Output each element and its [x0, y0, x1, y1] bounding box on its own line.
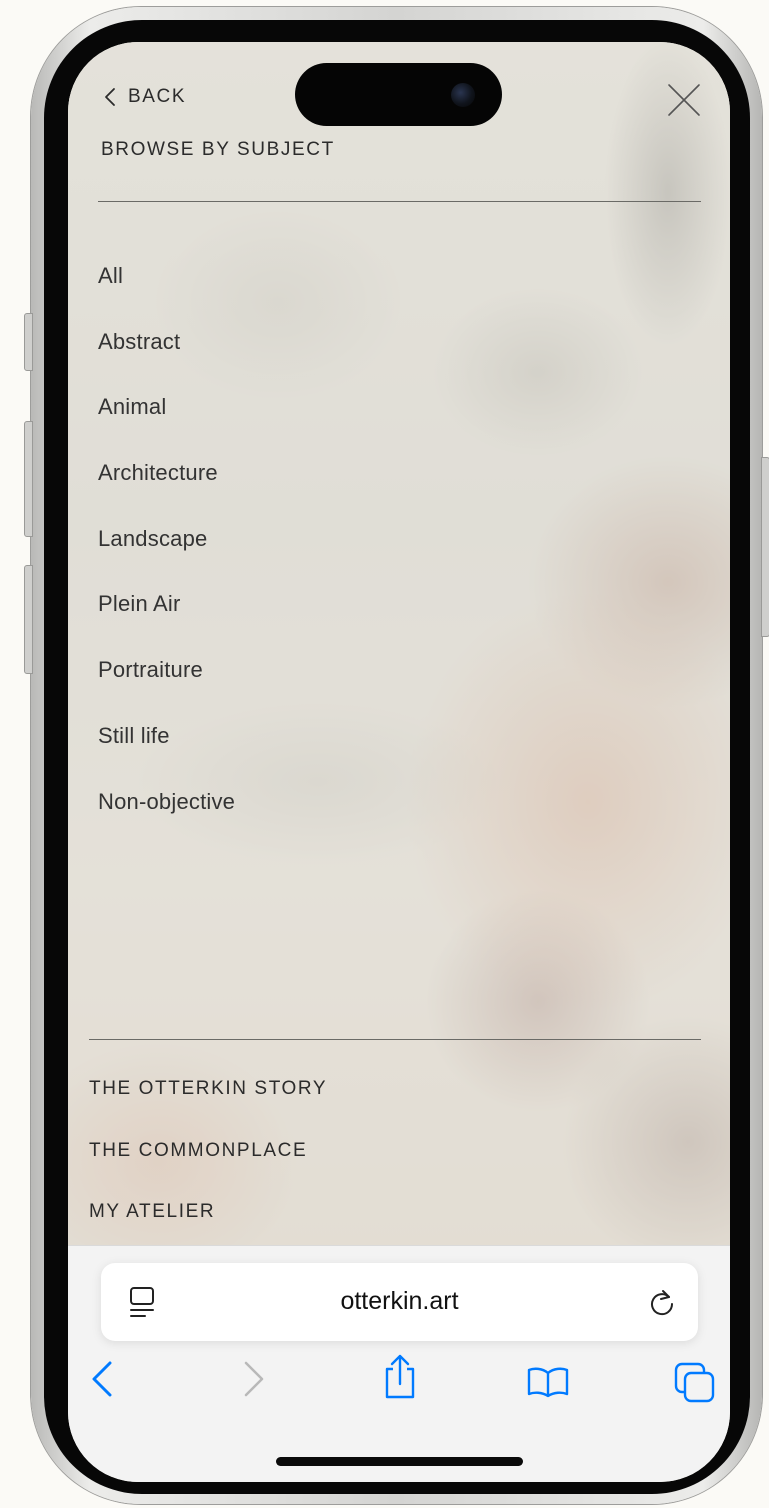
subject-item-portraiture[interactable]: Portraiture	[98, 648, 235, 714]
tabs-icon[interactable]	[674, 1362, 716, 1404]
section-title: BROWSE BY SUBJECT	[101, 139, 335, 160]
front-camera	[451, 83, 475, 107]
url-text: otterkin.art	[340, 1287, 459, 1315]
subject-item-abstract[interactable]: Abstract	[98, 320, 235, 386]
chevron-left-icon	[105, 88, 115, 106]
subject-item-non-objective[interactable]: Non-objective	[98, 780, 235, 846]
address-bar[interactable]: otterkin.art	[101, 1263, 698, 1341]
subject-menu: BACK BROWSE BY SUBJECT All Abstract Anim…	[68, 42, 730, 1245]
footer-links: THE OTTERKIN STORY THE COMMONPLACE MY AT…	[89, 1075, 327, 1260]
subject-item-still-life[interactable]: Still life	[98, 714, 235, 780]
bookmarks-icon[interactable]	[526, 1366, 570, 1398]
back-label: BACK	[128, 86, 187, 107]
forward-arrow-icon[interactable]	[242, 1361, 266, 1397]
footer-divider	[89, 1039, 701, 1040]
volume-down-button	[24, 565, 33, 674]
subject-item-architecture[interactable]: Architecture	[98, 451, 235, 517]
volume-up-button	[24, 421, 33, 537]
safari-toolbar: otterkin.art	[68, 1245, 730, 1482]
section-divider	[98, 201, 701, 202]
close-icon[interactable]	[666, 82, 702, 118]
subject-item-all[interactable]: All	[98, 254, 235, 320]
subject-item-landscape[interactable]: Landscape	[98, 517, 235, 583]
home-indicator[interactable]	[276, 1457, 523, 1466]
reload-icon[interactable]	[649, 1288, 675, 1316]
subject-item-plein-air[interactable]: Plein Air	[98, 582, 235, 648]
subject-item-animal[interactable]: Animal	[98, 385, 235, 451]
subject-list: All Abstract Animal Architecture Landsca…	[98, 254, 235, 845]
footer-link-commonplace[interactable]: THE COMMONPLACE	[89, 1137, 327, 1199]
back-button[interactable]: BACK	[104, 86, 186, 108]
side-button	[761, 457, 769, 637]
footer-link-otterkin-story[interactable]: THE OTTERKIN STORY	[89, 1075, 327, 1137]
screen: BACK BROWSE BY SUBJECT All Abstract Anim…	[68, 42, 730, 1482]
back-arrow-icon[interactable]	[90, 1361, 114, 1397]
action-button	[24, 313, 33, 371]
share-icon[interactable]	[382, 1353, 418, 1399]
